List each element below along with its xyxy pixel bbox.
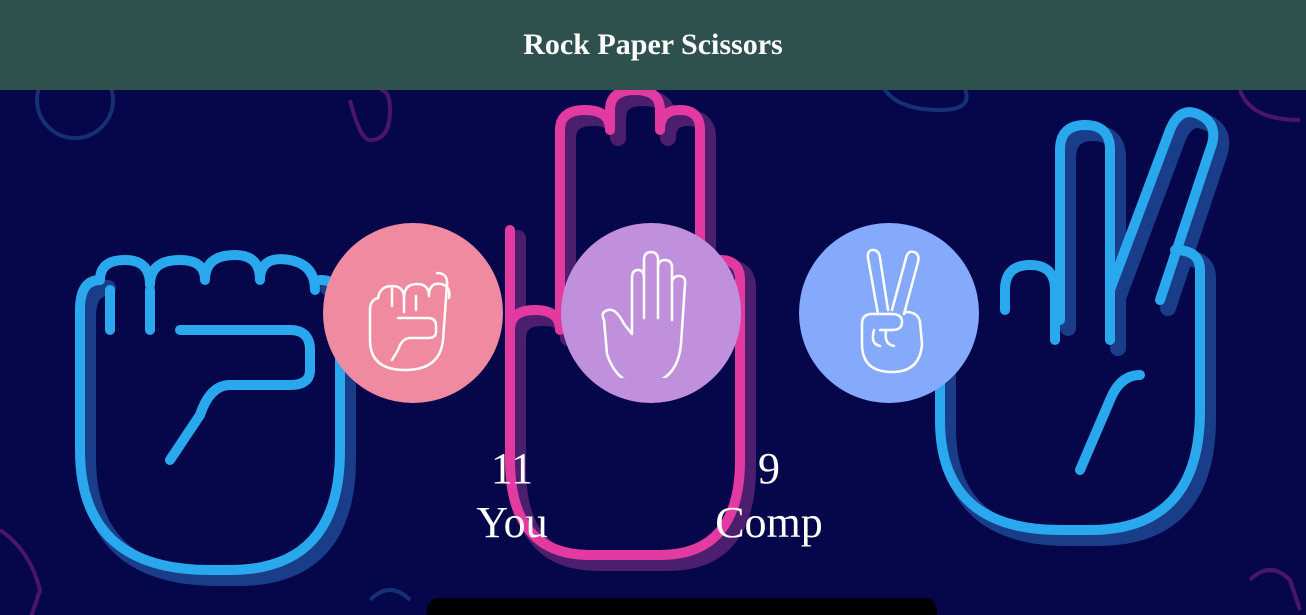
page-title: Rock Paper Scissors — [523, 28, 783, 61]
result-message-bar — [427, 598, 937, 615]
peace-hand-icon — [860, 248, 924, 374]
app-header: Rock Paper Scissors — [0, 0, 1306, 90]
computer-score: 9 Comp — [669, 442, 869, 550]
user-score-value: 11 — [490, 444, 534, 493]
computer-score-label: Comp — [715, 498, 823, 547]
scissors-choice-button[interactable] — [799, 223, 979, 403]
open-hand-icon — [601, 250, 687, 378]
user-score: 11 You — [412, 442, 612, 550]
fist-icon — [368, 271, 451, 372]
game-area: 11 You 9 Comp — [0, 90, 1306, 615]
paper-choice-button[interactable] — [561, 223, 741, 403]
rock-choice-button[interactable] — [323, 223, 503, 403]
computer-score-value: 9 — [758, 444, 780, 493]
user-score-label: You — [476, 498, 548, 547]
